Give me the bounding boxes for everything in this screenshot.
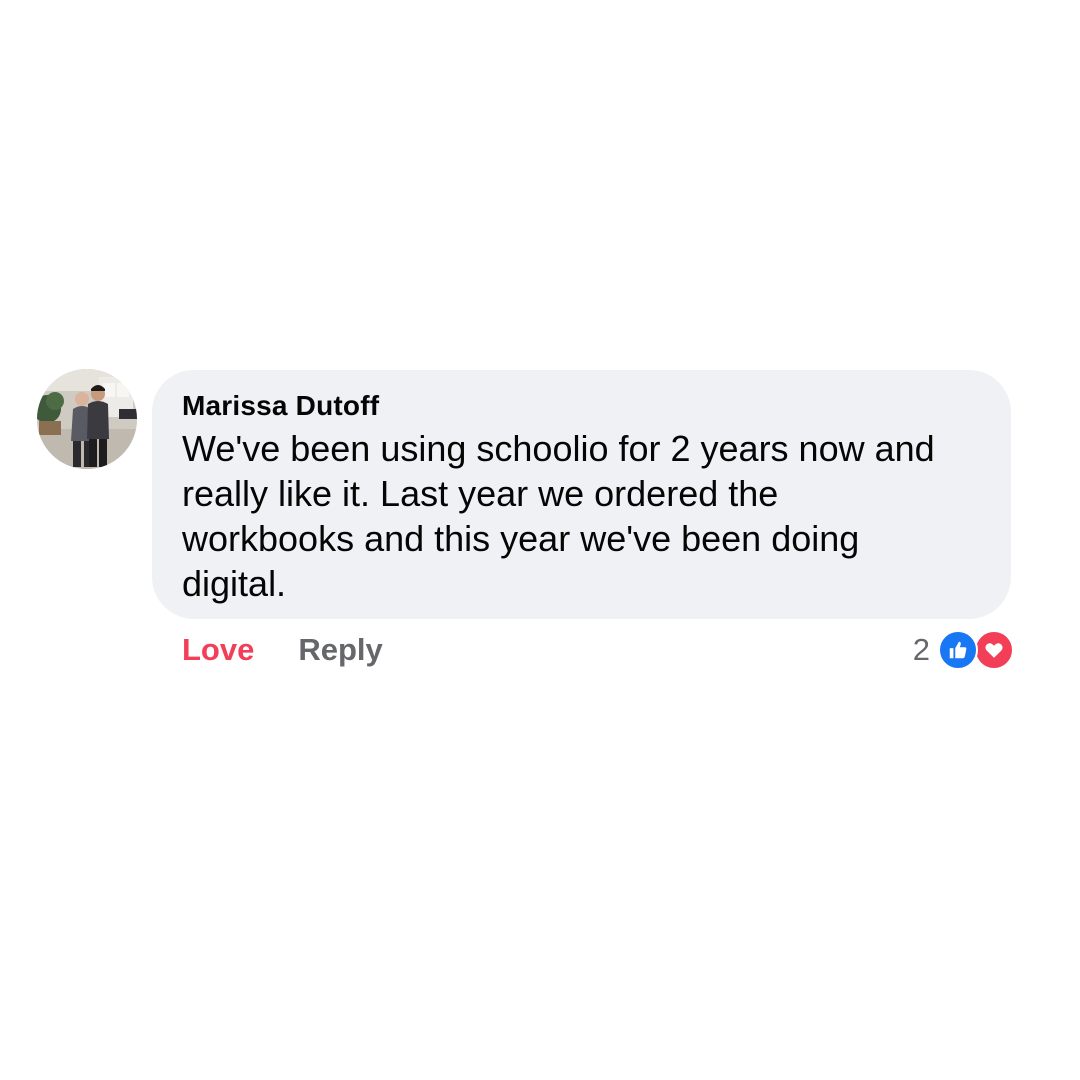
comment-screen: Marissa Dutoff We've been using schoolio… (0, 0, 1080, 1080)
reaction-count: 2 (912, 632, 930, 667)
comment-bubble: Marissa Dutoff We've been using schoolio… (152, 370, 1011, 619)
avatar[interactable] (37, 369, 137, 469)
love-icon (974, 630, 1014, 670)
love-button[interactable]: Love (182, 632, 254, 668)
comment-author[interactable]: Marissa Dutoff (182, 388, 981, 424)
comment-text: We've been using schoolio for 2 years no… (182, 428, 935, 604)
comment-actions: Love Reply (182, 628, 383, 672)
reaction-summary[interactable]: 2 (913, 628, 1014, 672)
avatar-photo (37, 369, 137, 469)
like-icon (938, 630, 978, 670)
reply-button[interactable]: Reply (298, 632, 382, 668)
